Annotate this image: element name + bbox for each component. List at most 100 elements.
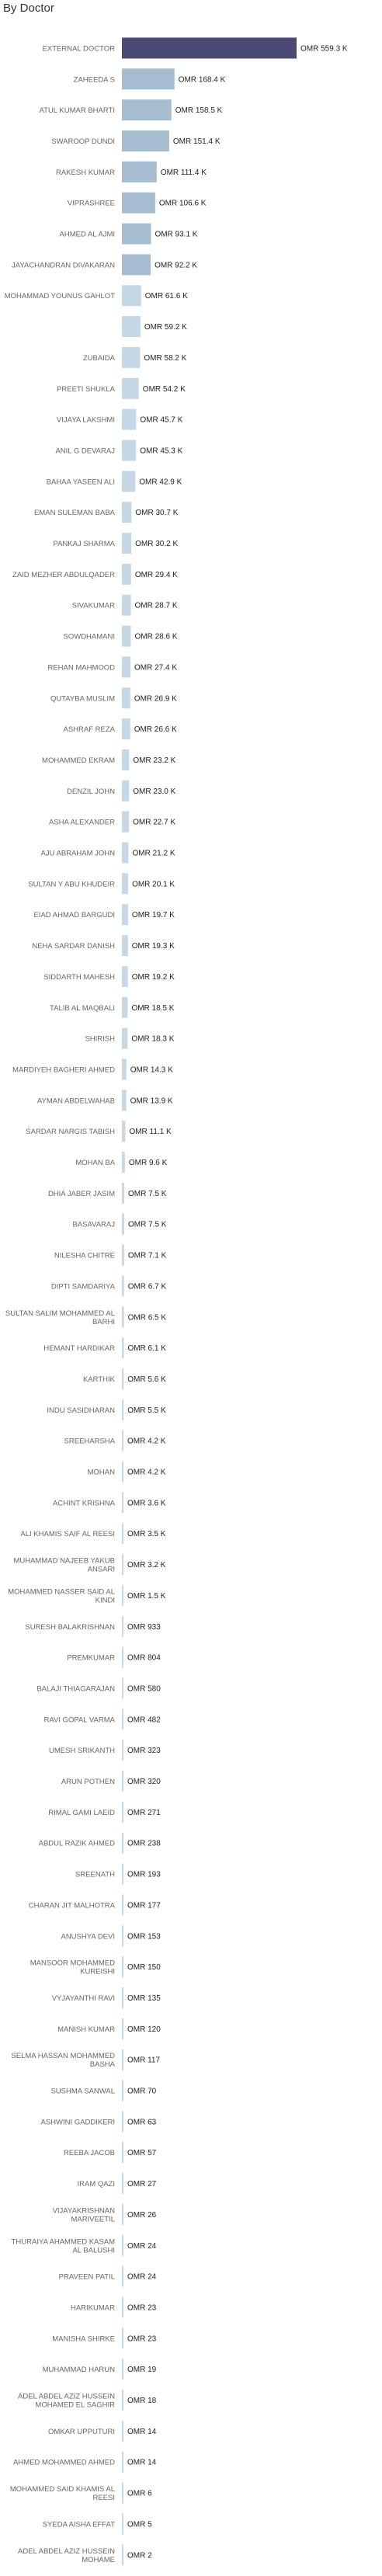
bar[interactable] (122, 1306, 124, 1328)
bar[interactable] (122, 130, 169, 151)
value-label: OMR 7.1 K (128, 1252, 167, 1260)
bar[interactable] (122, 1987, 123, 2008)
bar[interactable] (122, 2359, 123, 2380)
bar[interactable] (122, 811, 130, 833)
bar[interactable] (122, 1956, 123, 1978)
bar[interactable] (122, 935, 128, 957)
bar[interactable] (122, 2513, 123, 2535)
bar[interactable] (122, 2265, 123, 2287)
bar[interactable] (122, 192, 155, 214)
bar[interactable] (122, 37, 297, 59)
bar[interactable] (122, 316, 141, 338)
bar[interactable] (122, 1368, 124, 1389)
bar[interactable] (122, 1152, 125, 1173)
bar[interactable] (122, 2482, 123, 2504)
value-label: OMR 70 (127, 2088, 157, 2096)
bar[interactable] (122, 1832, 123, 1854)
bar[interactable] (122, 2451, 123, 2473)
bar[interactable] (122, 2080, 123, 2101)
bar[interactable] (122, 1492, 123, 1514)
category-label: SHIRISH (85, 1035, 115, 1044)
bar[interactable] (122, 1584, 123, 1606)
bar[interactable] (122, 2049, 123, 2070)
value-label: OMR 45.7 K (140, 416, 182, 425)
bar[interactable] (122, 1213, 125, 1235)
category-label: SWAROOP DUNDI (51, 137, 115, 146)
bar[interactable] (122, 2327, 123, 2349)
bar[interactable] (122, 996, 128, 1018)
bar[interactable] (122, 2544, 123, 2566)
bar[interactable] (122, 687, 130, 709)
bar[interactable] (122, 285, 141, 307)
bar[interactable] (122, 1925, 123, 1947)
bar[interactable] (122, 749, 130, 770)
bar[interactable] (122, 2142, 123, 2164)
bar[interactable] (122, 377, 139, 399)
category-label: EMAN SULEMAN BABA (34, 509, 116, 517)
bar[interactable] (122, 2203, 123, 2225)
value-label: OMR 933 (127, 1623, 161, 1632)
bar[interactable] (122, 254, 151, 276)
bar[interactable] (122, 346, 141, 368)
bar[interactable] (122, 1275, 124, 1297)
bar[interactable] (122, 1801, 123, 1823)
value-label: OMR 30.7 K (135, 509, 178, 517)
bar[interactable] (122, 780, 130, 801)
bar[interactable] (122, 2234, 123, 2256)
bar[interactable] (122, 594, 131, 616)
bar[interactable] (122, 563, 131, 585)
bar[interactable] (122, 2111, 123, 2133)
bar[interactable] (122, 533, 132, 554)
bar[interactable] (122, 1027, 128, 1049)
bar[interactable] (122, 842, 129, 864)
bar[interactable] (122, 440, 137, 461)
bar[interactable] (122, 2420, 123, 2442)
category-label: MOHAMMED EKRAM (42, 756, 115, 765)
bar[interactable] (122, 1523, 123, 1545)
bar[interactable] (122, 1090, 127, 1111)
bar[interactable] (122, 99, 172, 121)
bar[interactable] (122, 1337, 124, 1359)
bar[interactable] (122, 2296, 123, 2318)
bar[interactable] (122, 2018, 123, 2039)
value-label: OMR 63 (127, 2118, 157, 2126)
value-label: OMR 21.2 K (133, 850, 175, 858)
bar[interactable] (122, 1771, 123, 1792)
bar[interactable] (122, 1894, 123, 1916)
bar[interactable] (122, 1244, 124, 1266)
bar[interactable] (122, 1399, 124, 1420)
bar[interactable] (122, 873, 129, 895)
bar[interactable] (122, 625, 131, 647)
bar[interactable] (122, 2390, 123, 2411)
value-label: OMR 6.1 K (127, 1344, 166, 1353)
bar[interactable] (122, 223, 151, 245)
bar[interactable] (122, 502, 132, 523)
category-label: NILESHA CHITRE (54, 1252, 115, 1260)
bar[interactable] (122, 1554, 123, 1576)
bar[interactable] (122, 1863, 123, 1885)
category-label: JAYACHANDRAN DIVAKARAN (12, 261, 115, 269)
bar[interactable] (122, 161, 157, 183)
bar[interactable] (122, 68, 175, 90)
bar[interactable] (122, 1182, 125, 1204)
bar[interactable] (122, 1430, 123, 1451)
bar[interactable] (122, 965, 128, 987)
category-label: VIJAYAKRISHNAN MARIVEETIL (53, 2206, 116, 2223)
bar[interactable] (122, 718, 130, 740)
bar[interactable] (122, 1461, 123, 1483)
value-label: OMR 23 (127, 2303, 157, 2312)
bar[interactable] (122, 1646, 123, 1668)
category-label: PREMKUMAR (67, 1654, 115, 1663)
bar[interactable] (122, 1709, 123, 1730)
bar[interactable] (122, 904, 128, 926)
bar[interactable] (122, 1059, 127, 1080)
bar[interactable] (122, 1740, 123, 1761)
bar[interactable] (122, 1121, 126, 1142)
bar[interactable] (122, 1615, 123, 1637)
bar[interactable] (122, 471, 136, 492)
bar[interactable] (122, 408, 137, 430)
bar[interactable] (122, 1677, 123, 1699)
category-label: SULTAN Y ABU KHUDEIR (28, 880, 115, 888)
bar[interactable] (122, 2173, 123, 2195)
bar[interactable] (122, 656, 131, 678)
